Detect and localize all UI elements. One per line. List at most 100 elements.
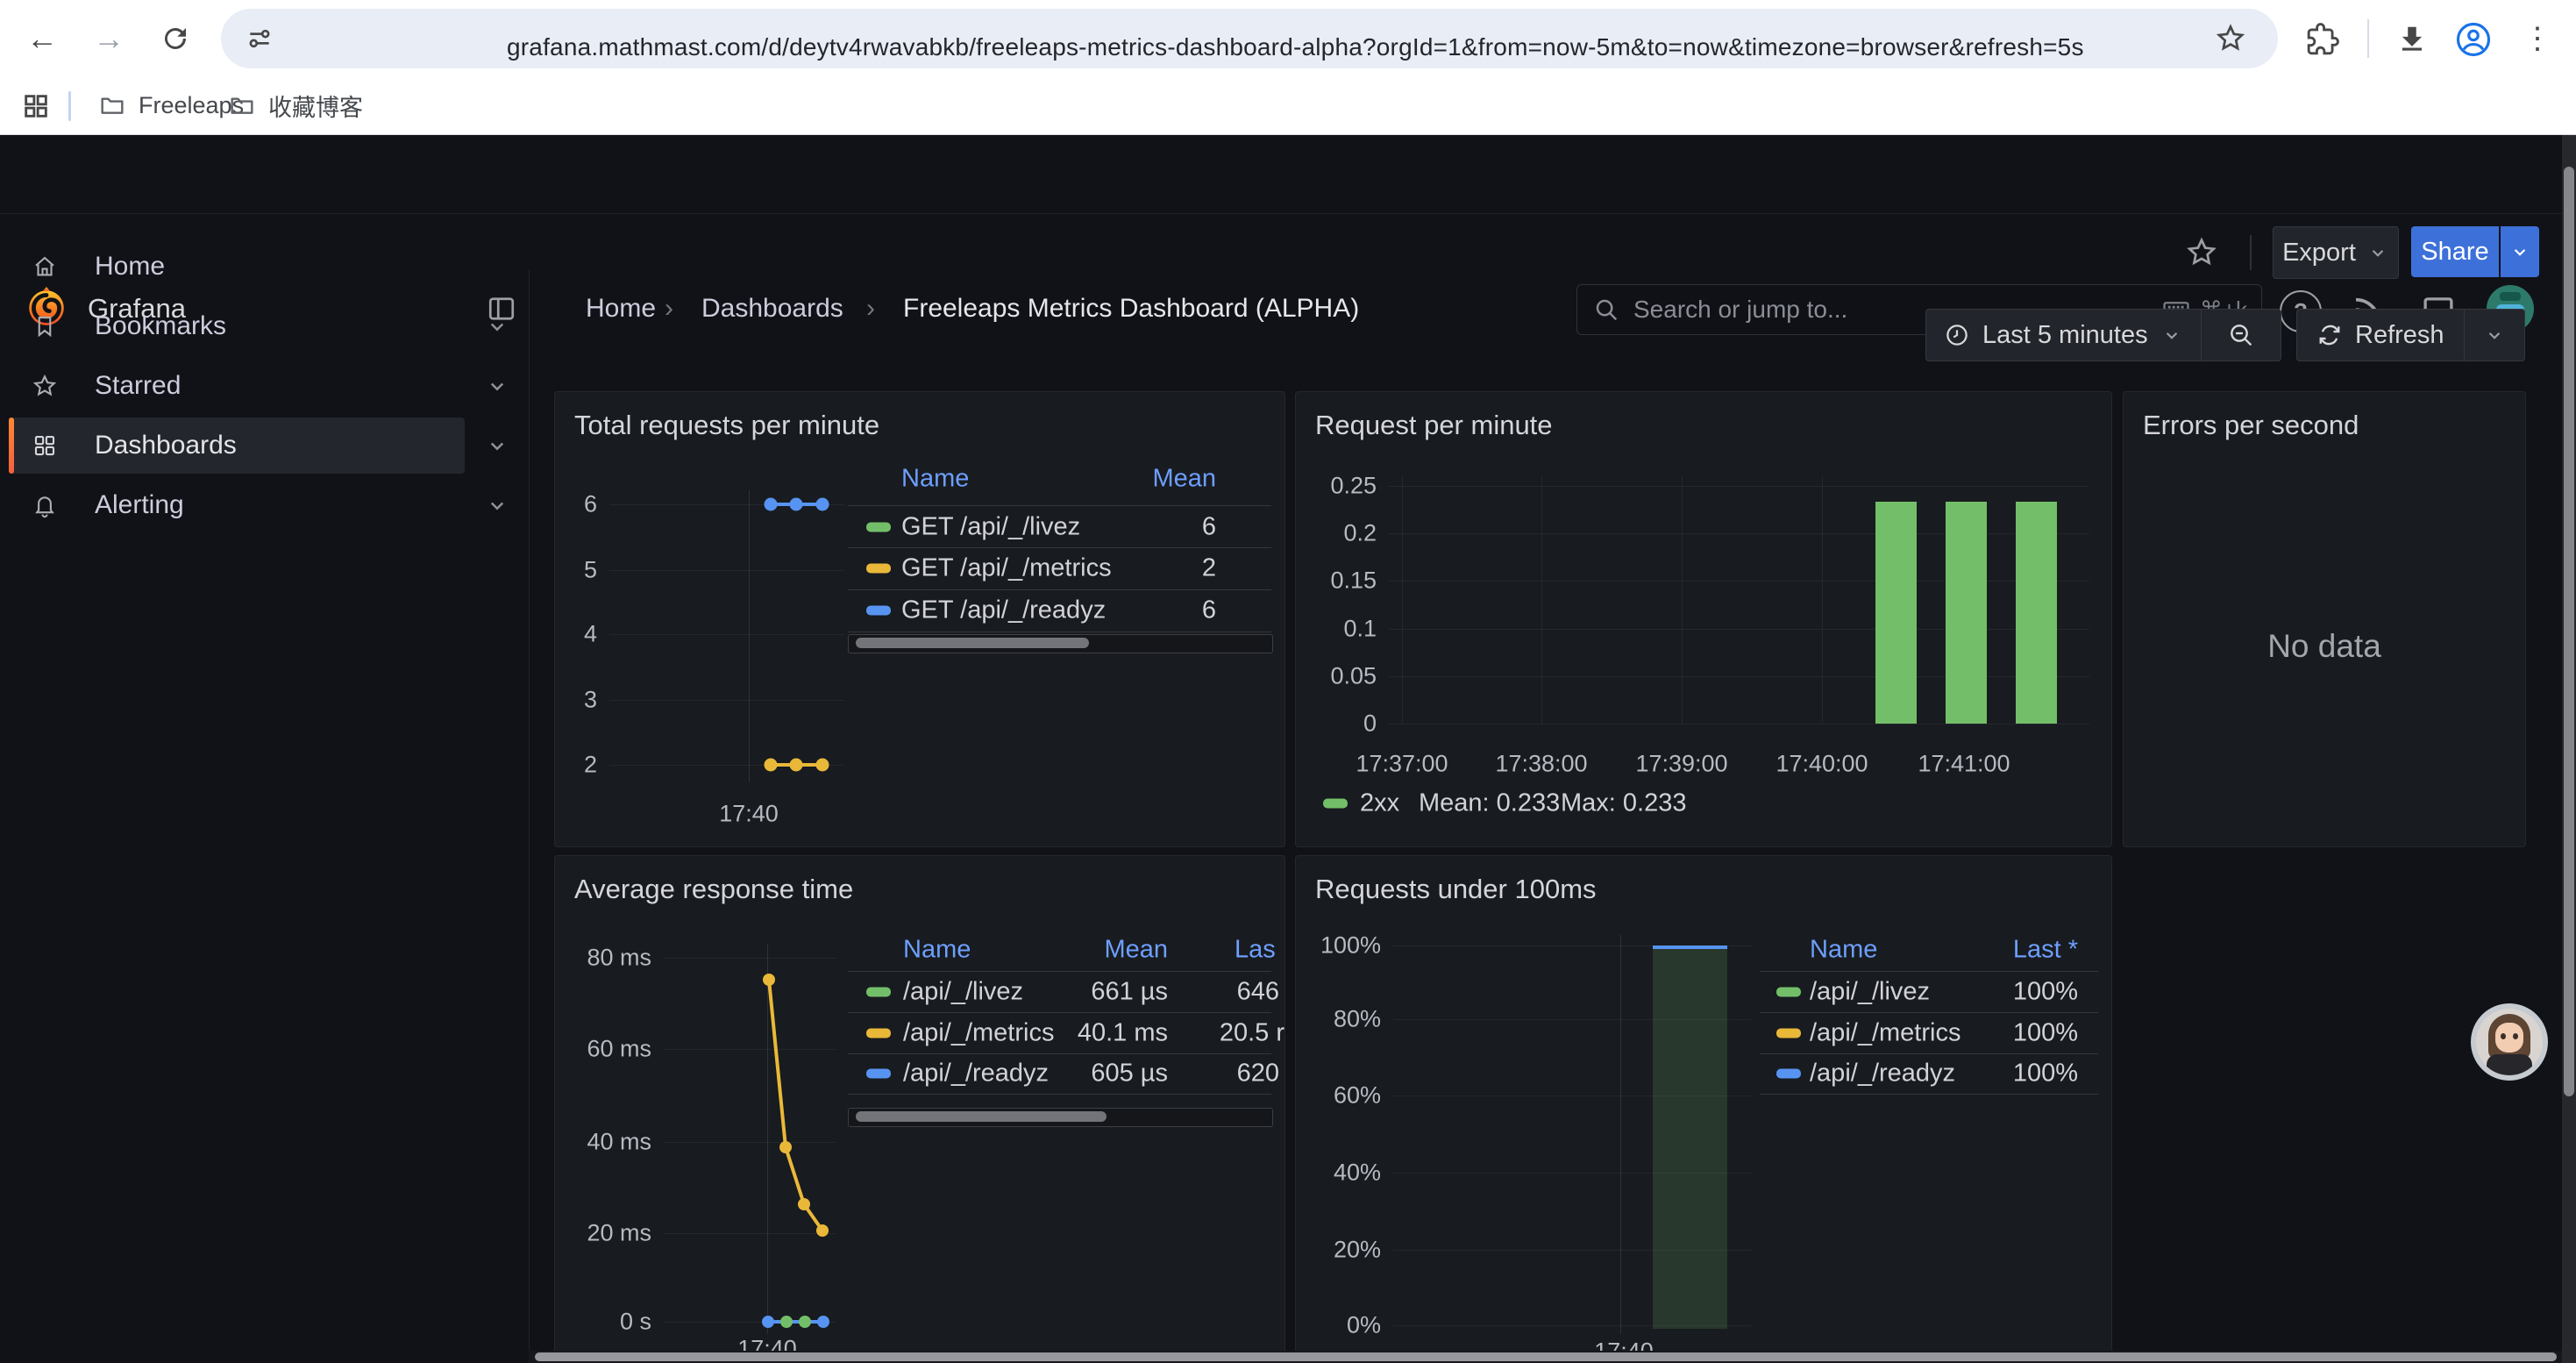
share-button[interactable]: Share [2411,226,2499,277]
no-data-message: No data [2267,628,2381,665]
legend-mean: Mean: 0.233 [1419,789,1560,818]
sidebar-item-label: Alerting [95,490,184,520]
extensions-icon[interactable] [2306,23,2339,56]
y-tick: 60% [1334,1082,1381,1110]
table-header-name[interactable]: Name [901,465,969,494]
back-icon[interactable]: ← [23,19,61,58]
bookmark-folder-blogs[interactable]: 收藏博客 [217,84,374,126]
panel-total-requests[interactable]: Total requests per minute 6 5 4 3 2 17:4… [554,391,1285,847]
bar-2xx[interactable] [1875,502,1917,724]
x-tick: 17:39:00 [1635,751,1727,778]
series-chip[interactable] [1776,1029,1801,1038]
x-tick: 17:37:00 [1356,751,1448,778]
y-tick: 0.15 [1330,567,1377,595]
series-chip[interactable] [1776,1069,1801,1079]
sidebar-item-home[interactable]: Home [9,239,465,295]
zoom-out-button[interactable] [2202,310,2281,360]
table-row[interactable]: /api/_/readyz [1810,1060,1955,1088]
share-menu-button[interactable] [2501,226,2539,277]
x-tick: 17:40:00 [1775,751,1868,778]
y-tick: 40% [1334,1160,1381,1187]
table-cell-last: 620 [1237,1060,1279,1088]
chevron-down-icon [2508,240,2531,263]
url-bar[interactable]: grafana.mathmast.com/d/deytv4rwavabkb/fr… [221,9,2278,68]
panel-request-per-minute[interactable]: Request per minute 0.25 0.2 0.15 0.1 0.0… [1295,391,2112,847]
reload-icon[interactable] [156,19,195,58]
area-100pct[interactable] [1653,946,1727,1329]
favorite-star-icon[interactable] [2185,236,2218,269]
table-header-last[interactable]: Las [1235,936,1276,965]
time-range-label: Last 5 minutes [1982,321,2148,350]
apps-grid-icon[interactable] [21,91,51,121]
series-chip[interactable] [866,606,891,616]
export-button[interactable]: Export [2273,226,2399,279]
panel-requests-under-100ms[interactable]: Requests under 100ms 100% 80% 60% 40% 20… [1295,855,2112,1363]
browser-menu-icon[interactable]: ⋮ [2518,19,2557,58]
series-chip[interactable] [866,523,891,532]
dashboards-icon [32,432,58,459]
sidebar-item-dashboards[interactable]: Dashboards [9,417,465,474]
table-row[interactable]: GET /api/_/metrics [901,554,1112,583]
sidebar-item-starred[interactable]: Starred [9,358,465,414]
panel-title: Errors per second [2143,410,2359,441]
y-tick: 4 [584,621,597,648]
legend-chip[interactable] [1323,799,1348,809]
bar-2xx[interactable] [2016,502,2057,724]
bookmark-label: 收藏博客 [268,89,363,123]
horizontal-scrollbar-thumb[interactable] [535,1352,2557,1361]
table-header-name[interactable]: Name [1810,936,1877,965]
chevron-down-icon[interactable] [484,313,510,339]
chevron-down-icon[interactable] [484,492,510,518]
table-scrollbar[interactable] [848,634,1273,653]
tune-icon[interactable] [246,25,274,53]
table-row[interactable]: GET /api/_/readyz [901,596,1106,625]
table-scrollbar[interactable] [848,1108,1273,1127]
breadcrumb-home[interactable]: Home [586,294,656,324]
series-chip[interactable] [866,1069,891,1079]
refresh-button[interactable]: Refresh [2297,310,2464,360]
vertical-scrollbar-thumb[interactable] [2564,167,2574,1096]
sidebar: Home Bookmarks Starred Dashboards Alerti… [0,213,529,1363]
series-chip[interactable] [1776,988,1801,997]
chevron-down-icon[interactable] [484,373,510,399]
table-cell-mean: 6 [1202,596,1216,625]
table-row[interactable]: /api/_/livez [903,978,1023,1007]
table-header-mean[interactable]: Mean [1104,936,1168,965]
zoom-out-icon [2227,321,2255,349]
table-header-last[interactable]: Last * [2013,936,2078,965]
table-cell-mean: 2 [1202,554,1216,583]
table-cell-last: 100% [2013,1060,2078,1088]
panel-errors-per-second[interactable]: Errors per second No data [2123,391,2526,847]
legend-series-name[interactable]: 2xx [1360,789,1399,818]
table-row[interactable]: /api/_/metrics [1810,1019,1960,1048]
series-chip[interactable] [866,1029,891,1038]
floating-assistant-avatar[interactable] [2471,1003,2548,1081]
table-row[interactable]: /api/_/metrics [903,1019,1054,1048]
profile-icon[interactable] [2455,21,2492,58]
table-row[interactable]: /api/_/livez [1810,978,1930,1007]
table-row[interactable]: GET /api/_/livez [901,513,1080,542]
chevron-down-icon [2483,324,2506,346]
search-icon [1593,296,1619,323]
series-chip[interactable] [866,564,891,574]
series-chip[interactable] [866,988,891,997]
refresh-interval-button[interactable] [2465,310,2524,360]
sidebar-item-bookmarks[interactable]: Bookmarks [9,298,465,354]
download-icon[interactable] [2395,23,2429,56]
time-range-picker[interactable]: Last 5 minutes [1926,310,2201,360]
refresh-label: Refresh [2355,321,2444,350]
search-placeholder: Search or jump to... [1633,296,1847,324]
breadcrumb-dashboards[interactable]: Dashboards [701,294,843,324]
table-cell-mean: 40.1 ms [1078,1019,1168,1048]
clock-icon [1944,322,1970,348]
bar-2xx[interactable] [1946,502,1987,724]
forward-icon[interactable]: → [89,19,128,58]
table-row[interactable]: /api/_/readyz [903,1060,1049,1088]
chevron-down-icon[interactable] [484,432,510,459]
table-header-mean[interactable]: Mean [1152,465,1216,494]
active-item-accent [9,417,14,474]
bookmark-star-icon[interactable] [2215,23,2246,54]
sidebar-item-alerting[interactable]: Alerting [9,477,465,533]
panel-avg-response-time[interactable]: Average response time 80 ms 60 ms 40 ms … [554,855,1285,1363]
table-header-name[interactable]: Name [903,936,971,965]
